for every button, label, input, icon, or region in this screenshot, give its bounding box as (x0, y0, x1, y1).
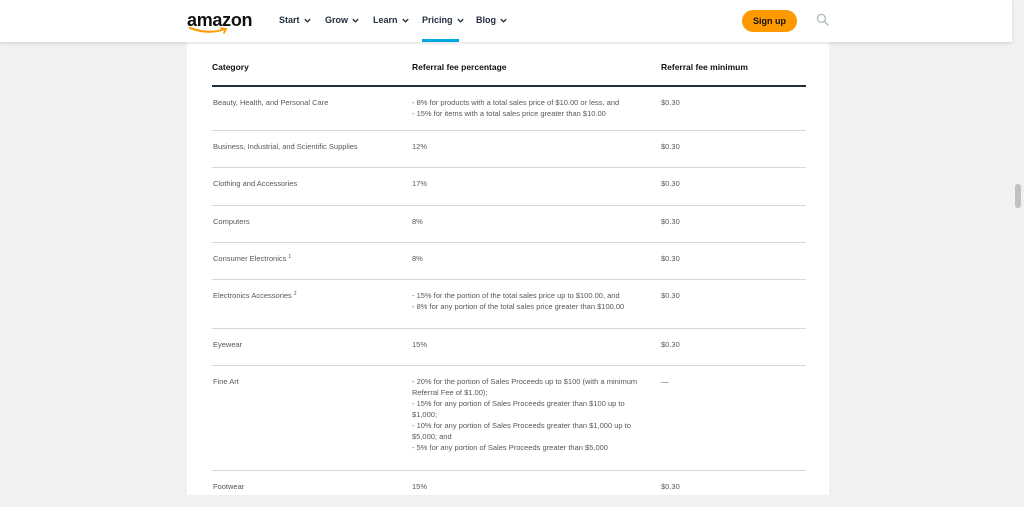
fee-cell: 8% (412, 217, 423, 226)
fee-cell: 8% (412, 254, 423, 263)
nav-grow[interactable]: Grow (325, 15, 360, 25)
nav-pricing[interactable]: Pricing (422, 15, 465, 25)
footnote-marker[interactable]: 1 (288, 254, 291, 260)
category-cell: Fine Art (213, 377, 239, 386)
vertical-scrollbar[interactable] (1012, 0, 1024, 495)
nav-grow-label: Grow (325, 15, 349, 25)
table-row: Electronics Accessories 2 - 15% for the p… (212, 280, 806, 329)
fee-cell: 17% (412, 179, 428, 188)
chevron-down-icon (401, 18, 409, 23)
table-row: Fine Art - 20% for the portion of Sales … (212, 366, 806, 471)
minimum-cell: — (661, 377, 669, 386)
header-fee-minimum: Referral fee minimum (661, 62, 748, 72)
minimum-cell: $0.30 (661, 217, 680, 226)
minimum-cell: $0.30 (661, 179, 680, 188)
smile-arrow-icon (189, 27, 228, 34)
chevron-down-icon (352, 18, 359, 23)
minimum-cell: $0.30 (661, 291, 680, 300)
fee-cell: 15% (412, 482, 428, 491)
chevron-down-icon (456, 18, 464, 23)
fee-cell: - 15% for the portion of the total sales… (412, 291, 625, 311)
chevron-down-icon (500, 18, 507, 23)
header-fee-percentage: Referral fee percentage (412, 62, 507, 72)
category-cell: Clothing and Accessories (213, 179, 298, 188)
search-icon[interactable] (816, 13, 829, 26)
footnote-marker[interactable]: 2 (294, 291, 297, 297)
category-cell: Beauty, Health, and Personal Care (213, 98, 329, 107)
top-navigation: amazon Start Grow Learn Pricing Blog Sig… (0, 0, 1012, 42)
category-cell: Footwear (213, 482, 245, 491)
fee-cell: 15% (412, 340, 428, 349)
category-cell: Computers (213, 217, 250, 226)
category-cell: Eyewear (213, 340, 243, 349)
table-row: Clothing and Accessories 17% $0.30 (212, 168, 806, 206)
category-cell: Business, Industrial, and Scientific Sup… (213, 142, 358, 151)
table-row: Footwear 15% $0.30 (212, 471, 806, 507)
category-cell: Electronics Accessories 2 (213, 291, 297, 300)
active-tab-underline (422, 39, 459, 42)
header-category: Category (212, 62, 249, 72)
nav-blog-label: Blog (476, 15, 496, 25)
table-row: Eyewear 15% $0.30 (212, 329, 806, 366)
table-row: Business, Industrial, and Scientific Sup… (212, 131, 806, 168)
amazon-logo[interactable]: amazon (187, 10, 253, 34)
minimum-cell: $0.30 (661, 254, 680, 263)
table-header: Category Referral fee percentage Referra… (187, 42, 829, 87)
nav-learn-label: Learn (373, 15, 398, 25)
minimum-cell: $0.30 (661, 482, 680, 491)
table-row: Consumer Electronics 1 8% $0.30 (212, 243, 806, 280)
table-row: Computers 8% $0.30 (212, 206, 806, 243)
nav-start[interactable]: Start (279, 15, 312, 25)
nav-start-label: Start (279, 15, 300, 25)
nav-pricing-label: Pricing (422, 15, 453, 25)
minimum-cell: $0.30 (661, 142, 680, 151)
fee-cell: - 8% for products with a total sales pri… (412, 98, 620, 118)
category-cell: Consumer Electronics 1 (213, 254, 292, 263)
chevron-down-icon (303, 18, 311, 23)
nav-blog[interactable]: Blog (476, 15, 508, 25)
fee-table: Category Referral fee percentage Referra… (187, 42, 829, 495)
minimum-cell: $0.30 (661, 98, 680, 107)
table-row: Beauty, Health, and Personal Care - 8% f… (212, 87, 806, 131)
fee-cell: - 20% for the portion of Sales Proceeds … (412, 377, 638, 452)
sign-up-button[interactable]: Sign up (742, 10, 797, 32)
fee-cell: 12% (412, 142, 428, 151)
scrollbar-thumb[interactable] (1015, 184, 1021, 208)
minimum-cell: $0.30 (661, 340, 680, 349)
nav-learn[interactable]: Learn (373, 15, 410, 25)
